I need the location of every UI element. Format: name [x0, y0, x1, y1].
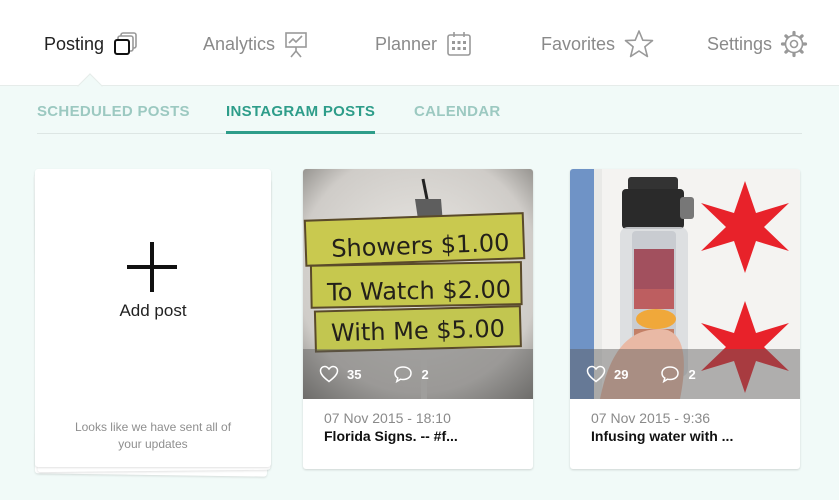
likes-count: 29: [614, 366, 629, 382]
comments-stat: 2: [660, 365, 696, 383]
sign-line-2: To Watch $2.00: [326, 275, 511, 306]
post-stats-overlay: 29 2: [570, 349, 800, 399]
nav-planner[interactable]: Planner: [375, 29, 473, 59]
instagram-post-card[interactable]: Showers $1.00 To Watch $2.00 With Me $5.…: [303, 169, 533, 469]
nav-settings-label: Settings: [707, 33, 773, 54]
add-post-card[interactable]: Add post Looks like we have sent all of …: [34, 169, 272, 477]
post-date: 07 Nov 2015 - 18:10: [324, 410, 451, 426]
add-post-plus-icon[interactable]: [127, 242, 177, 292]
nav-analytics-label: Analytics: [203, 33, 276, 54]
instagram-post-card[interactable]: 29 2 07 Nov 2015 - 9:36 Infusing water w…: [570, 169, 800, 469]
heart-icon: [586, 365, 606, 383]
tab-instagram-posts[interactable]: INSTAGRAM POSTS: [226, 103, 376, 134]
posting-icon: [114, 32, 137, 55]
nav-settings[interactable]: Settings: [707, 29, 808, 59]
likes-stat: 29: [586, 365, 628, 383]
empty-queue-message: Looks like we have sent all of your upda…: [74, 420, 232, 451]
star-icon: [624, 30, 654, 58]
likes-count: 35: [347, 366, 362, 382]
nav-favorites[interactable]: Favorites: [541, 29, 655, 59]
gear-icon: [780, 30, 808, 58]
nav-posting[interactable]: Posting: [44, 29, 140, 59]
nav-planner-label: Planner: [375, 33, 438, 54]
presentation-chart-icon: [285, 32, 307, 58]
tab-scheduled-posts[interactable]: SCHEDULED POSTS: [37, 103, 190, 134]
sub-tabs: SCHEDULED POSTS INSTAGRAM POSTS CALENDAR: [37, 100, 802, 134]
heart-icon: [319, 365, 339, 383]
post-caption: Florida Signs. -- #f...: [324, 428, 458, 444]
nav-posting-label: Posting: [44, 33, 105, 54]
comments-count: 2: [688, 366, 696, 382]
comments-count: 2: [421, 366, 429, 382]
post-caption: Infusing water with ...: [591, 428, 734, 444]
comments-stat: 2: [393, 365, 429, 383]
post-date: 07 Nov 2015 - 9:36: [591, 410, 711, 426]
sign-line-3: With Me $5.00: [331, 315, 506, 348]
comment-bubble-icon: [394, 366, 413, 383]
likes-stat: 35: [319, 365, 361, 383]
add-post-label[interactable]: Add post: [35, 301, 271, 321]
post-stats-overlay: 35 2: [303, 349, 533, 399]
nav-favorites-label: Favorites: [541, 33, 616, 54]
top-navigation: Posting Analytics Planner Favorites Sett…: [0, 0, 839, 86]
tab-calendar[interactable]: CALENDAR: [414, 103, 501, 134]
calendar-icon: [447, 32, 471, 56]
comment-bubble-icon: [661, 366, 680, 383]
nav-analytics[interactable]: Analytics: [203, 29, 309, 59]
